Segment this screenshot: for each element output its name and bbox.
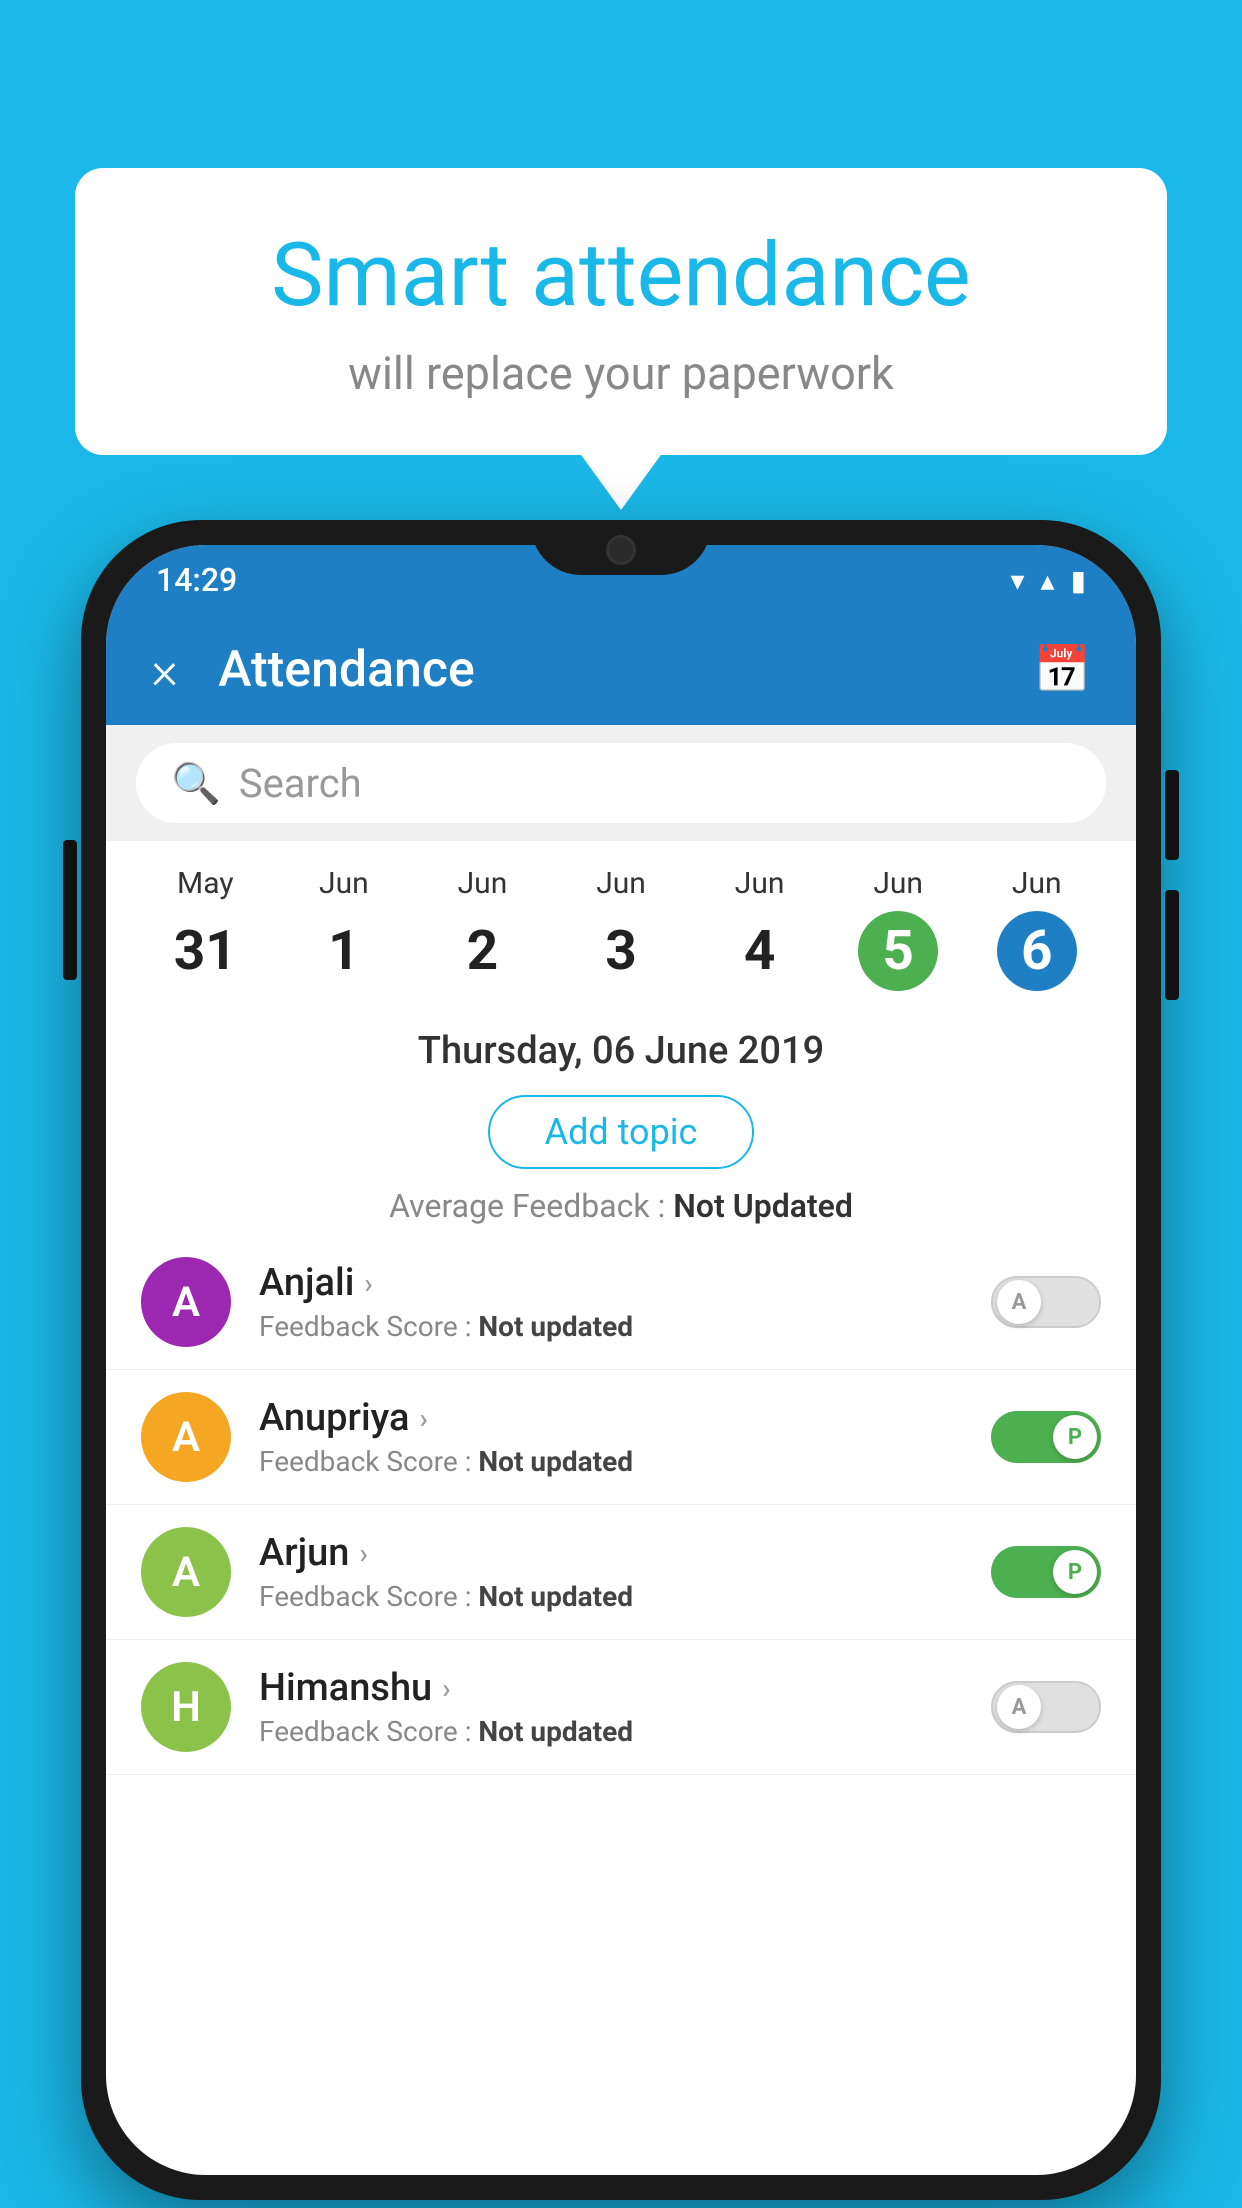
- front-camera: [606, 535, 636, 565]
- student-avatar: A: [141, 1527, 231, 1617]
- close-button[interactable]: ×: [151, 640, 178, 701]
- student-item: A Arjun › Feedback Score : Not updated P: [106, 1505, 1136, 1640]
- attendance-toggle[interactable]: P: [991, 1411, 1101, 1463]
- student-feedback: Feedback Score : Not updated: [259, 1310, 963, 1343]
- student-name: Anupriya ›: [259, 1396, 963, 1440]
- student-info[interactable]: Anjali › Feedback Score : Not updated: [259, 1261, 963, 1343]
- signal-icon: ▴: [1041, 564, 1055, 597]
- vol-up-button[interactable]: [1165, 770, 1179, 860]
- student-name: Himanshu ›: [259, 1666, 963, 1710]
- avg-feedback-label: Average Feedback :: [389, 1187, 673, 1225]
- avg-feedback-value: Not Updated: [673, 1187, 853, 1225]
- date-column[interactable]: Jun 4: [690, 866, 829, 991]
- date-month-label: Jun: [275, 866, 414, 901]
- phone-notch: [531, 520, 711, 575]
- search-bar[interactable]: 🔍 Search: [136, 743, 1106, 823]
- search-bar-section: 🔍 Search: [106, 725, 1136, 841]
- attendance-toggle[interactable]: P: [991, 1546, 1101, 1598]
- student-info[interactable]: Arjun › Feedback Score : Not updated: [259, 1531, 963, 1613]
- student-feedback: Feedback Score : Not updated: [259, 1445, 963, 1478]
- date-column[interactable]: Jun 3: [552, 866, 691, 991]
- date-column[interactable]: Jun 1: [275, 866, 414, 991]
- student-info[interactable]: Anupriya › Feedback Score : Not updated: [259, 1396, 963, 1478]
- calendar-icon[interactable]: 📅: [1034, 643, 1091, 697]
- date-column[interactable]: Jun 5: [829, 866, 968, 991]
- date-column[interactable]: Jun 2: [413, 866, 552, 991]
- date-day-label: 31: [165, 911, 245, 991]
- phone-shell: 14:29 ▾ ▴ ▮ × Attendance 📅 🔍 Search: [81, 520, 1161, 2200]
- date-month-label: May: [136, 866, 275, 901]
- date-day-label: 1: [304, 911, 384, 991]
- chevron-icon: ›: [442, 1672, 450, 1705]
- student-item: A Anjali › Feedback Score : Not updated A: [106, 1235, 1136, 1370]
- wifi-icon: ▾: [1010, 564, 1024, 597]
- search-placeholder: Search: [239, 760, 362, 807]
- student-name: Arjun ›: [259, 1531, 963, 1575]
- student-name: Anjali ›: [259, 1261, 963, 1305]
- date-column[interactable]: May 31: [136, 866, 275, 991]
- phone-screen: 14:29 ▾ ▴ ▮ × Attendance 📅 🔍 Search: [106, 545, 1136, 2175]
- speech-bubble-subtitle: will replace your paperwork: [155, 347, 1087, 400]
- search-icon: 🔍: [171, 760, 221, 807]
- status-icons: ▾ ▴ ▮: [1010, 564, 1086, 597]
- student-item: A Anupriya › Feedback Score : Not updated P: [106, 1370, 1136, 1505]
- toggle-knob: A: [997, 1280, 1041, 1324]
- date-day-label: 2: [442, 911, 522, 991]
- student-info[interactable]: Himanshu › Feedback Score : Not updated: [259, 1666, 963, 1748]
- chevron-icon: ›: [364, 1267, 372, 1300]
- speech-bubble-title: Smart attendance: [155, 228, 1087, 325]
- attendance-toggle[interactable]: A: [991, 1276, 1101, 1328]
- date-day-label: 5: [858, 911, 938, 991]
- selected-date-label: Thursday, 06 June 2019: [126, 1029, 1116, 1073]
- student-feedback: Feedback Score : Not updated: [259, 1715, 963, 1748]
- student-avatar: H: [141, 1662, 231, 1752]
- app-title: Attendance: [218, 641, 993, 699]
- speech-bubble: Smart attendance will replace your paper…: [75, 168, 1167, 455]
- student-avatar: A: [141, 1257, 231, 1347]
- add-topic-button[interactable]: Add topic: [488, 1095, 755, 1169]
- student-feedback: Feedback Score : Not updated: [259, 1580, 963, 1613]
- student-list: AAnjali ›Feedback Score : Not updatedAAA…: [106, 1235, 1136, 1775]
- student-item: H Himanshu › Feedback Score : Not updated A: [106, 1640, 1136, 1775]
- date-day-label: 4: [720, 911, 800, 991]
- power-button[interactable]: [63, 840, 77, 980]
- battery-icon: ▮: [1071, 564, 1086, 597]
- chevron-icon: ›: [419, 1402, 427, 1435]
- date-month-label: Jun: [967, 866, 1106, 901]
- date-column[interactable]: Jun 6: [967, 866, 1106, 991]
- calendar-dates-row: May 31 Jun 1 Jun 2 Jun 3 Jun 4 Jun 5 Jun 6: [106, 841, 1136, 1001]
- date-month-label: Jun: [829, 866, 968, 901]
- average-feedback: Average Feedback : Not Updated: [126, 1187, 1116, 1225]
- vol-down-button[interactable]: [1165, 890, 1179, 1000]
- student-avatar: A: [141, 1392, 231, 1482]
- date-day-label: 6: [997, 911, 1077, 991]
- date-month-label: Jun: [413, 866, 552, 901]
- app-bar: × Attendance 📅: [106, 615, 1136, 725]
- chevron-icon: ›: [359, 1537, 367, 1570]
- toggle-knob: P: [1053, 1550, 1097, 1594]
- date-day-label: 3: [581, 911, 661, 991]
- date-month-label: Jun: [552, 866, 691, 901]
- status-time: 14:29: [156, 561, 237, 599]
- toggle-knob: P: [1053, 1415, 1097, 1459]
- phone-container: 14:29 ▾ ▴ ▮ × Attendance 📅 🔍 Search: [81, 520, 1161, 2200]
- toggle-knob: A: [997, 1685, 1041, 1729]
- date-info-section: Thursday, 06 June 2019 Add topic Average…: [106, 1001, 1136, 1235]
- attendance-toggle[interactable]: A: [991, 1681, 1101, 1733]
- date-month-label: Jun: [690, 866, 829, 901]
